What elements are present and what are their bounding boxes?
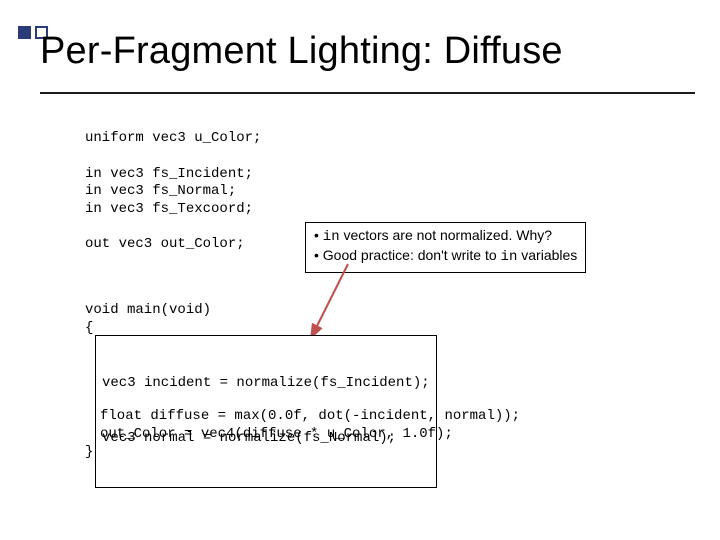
code-brace-close: } [85, 444, 93, 460]
callout-bullet: • Good practice: don't write to in varia… [314, 247, 577, 267]
bullet-text: • [314, 227, 323, 243]
code-line: float diffuse = max(0.0f, dot(-incident,… [100, 408, 520, 424]
bullet-text: vectors are not normalized. Why? [340, 227, 552, 243]
callout-box: • in vectors are not normalized. Why? • … [305, 222, 586, 273]
bullet-text: • Good practice: don't write to [314, 247, 501, 263]
inline-code: in [323, 229, 340, 245]
code-line: vec3 incident = normalize(fs_Incident); [102, 374, 430, 392]
code-uniform: uniform vec3 u_Color; [85, 130, 680, 148]
bullet-text: variables [517, 247, 577, 263]
slide: Per-Fragment Lighting: Diffuse uniform v… [0, 0, 720, 540]
code-fn-head: void main(void) [85, 302, 211, 318]
code-brace-open: { [85, 320, 93, 336]
code-ins: in vec3 fs_Incident; in vec3 fs_Normal; … [85, 166, 680, 219]
callout-bullet: • in vectors are not normalized. Why? [314, 227, 577, 247]
square-icon [18, 26, 31, 39]
slide-title: Per-Fragment Lighting: Diffuse [40, 30, 700, 73]
code-line: out_Color = vec4(diffuse * u_Color, 1.0f… [100, 426, 453, 442]
title-underline [40, 92, 695, 94]
inline-code: in [501, 249, 518, 265]
